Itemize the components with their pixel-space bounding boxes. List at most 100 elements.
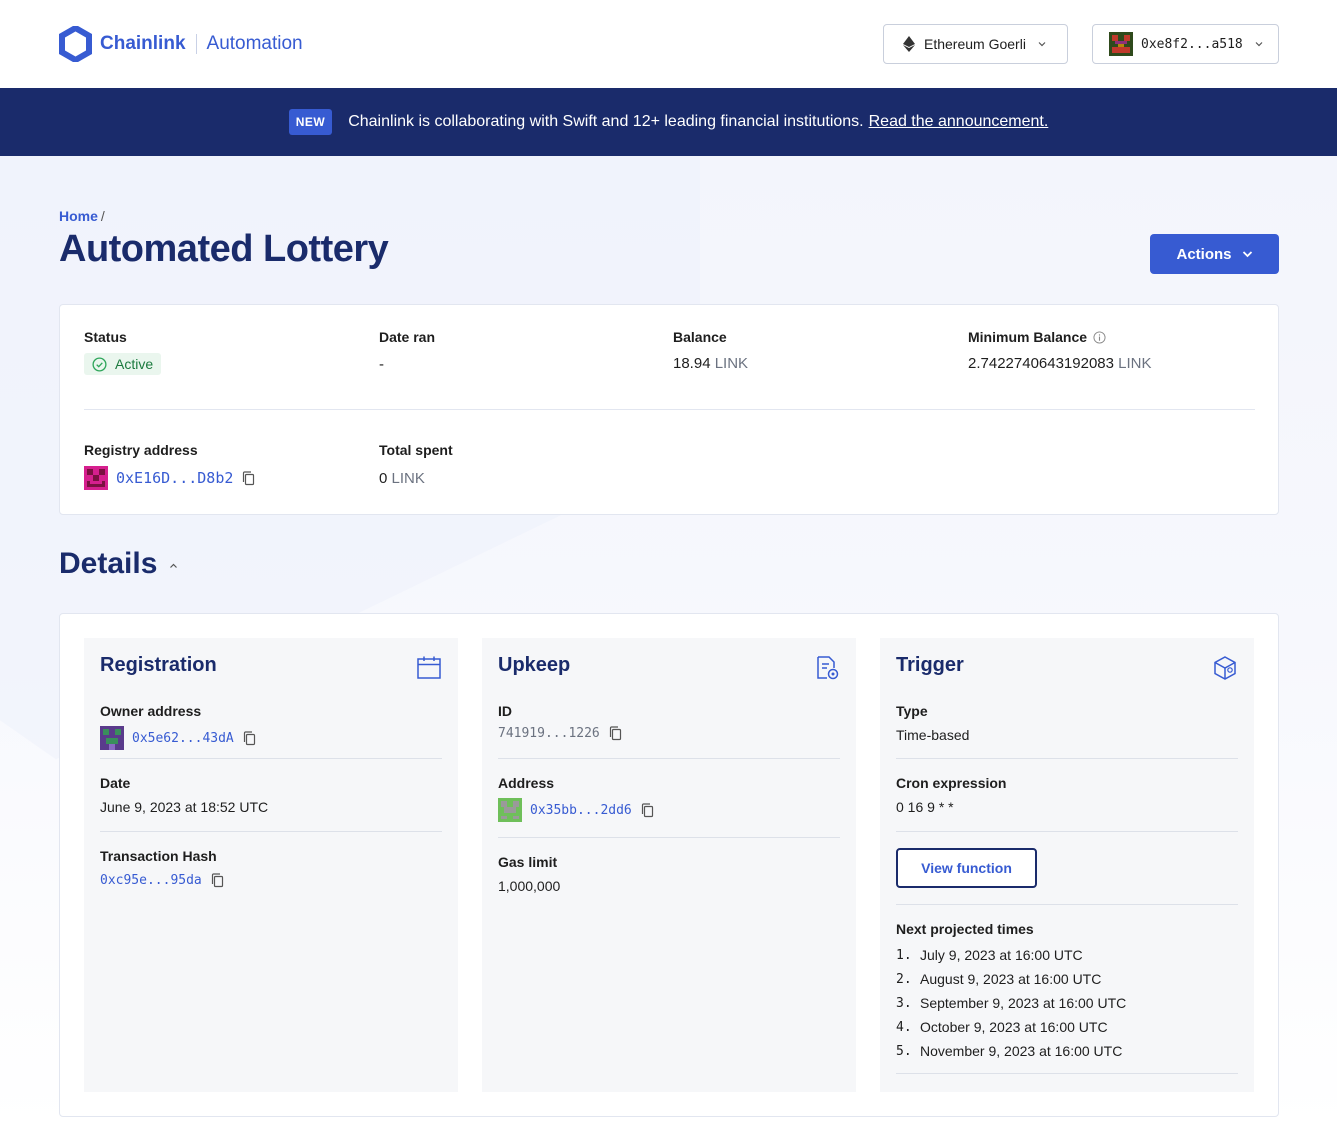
copy-icon[interactable] [609,726,622,741]
cron-expression-field: Cron expression 0 16 9 * * [896,759,1238,832]
trigger-type-field: Type Time-based [896,703,1238,759]
details-card: Registration Owner address 0x5e62...43dA [59,613,1279,1117]
chainlink-hexagon-icon [59,26,92,62]
upkeep-address-row: 0x35bb...2dd6 [498,798,840,822]
ethereum-icon [903,36,915,52]
total-spent-field: Total spent 0 LINK [379,442,453,487]
gas-limit-field: Gas limit 1,000,000 [498,838,840,894]
minimum-balance-label: Minimum Balance [968,329,1152,345]
registry-address-label: Registry address [84,442,198,458]
list-item: 3. September 9, 2023 at 16:00 UTC [896,991,1238,1015]
view-function-button[interactable]: View function [896,848,1037,888]
new-badge: NEW [288,109,333,135]
announcement-link[interactable]: Read the announcement. [869,113,1049,131]
registration-title: Registration [100,654,217,676]
cron-expression-value: 0 16 9 * * [896,799,954,815]
owner-address-label: Owner address [100,703,202,719]
minimum-balance-value: 2.7422740643192083 LINK [968,355,1152,372]
upkeep-id-field: ID 741919...1226 [498,703,840,759]
top-header: Chainlink Automation Ethereum Goerli 0xe… [0,0,1337,88]
transaction-hash-link[interactable]: 0xc95e...95da [100,873,202,888]
owner-address-row: 0x5e62...43dA [100,726,442,750]
cube-icon [1214,656,1236,680]
list-item: 1. July 9, 2023 at 16:00 UTC [896,943,1238,967]
list-item-number: 5. [896,1043,912,1059]
date-value: June 9, 2023 at 18:52 UTC [100,799,269,815]
cron-expression-label: Cron expression [896,775,1007,791]
transaction-hash-label: Transaction Hash [100,848,217,864]
transaction-hash-row: 0xc95e...95da [100,873,442,888]
trigger-type-label: Type [896,703,928,719]
minimum-balance-field: Minimum Balance 2.7422740643192083 LINK [968,329,1152,372]
list-item: 5. November 9, 2023 at 16:00 UTC [896,1039,1238,1063]
trigger-panel: Trigger Type Time-based Cron expression … [880,638,1254,1092]
view-function-section: View function [896,832,1238,905]
balance-unit: LINK [714,355,749,372]
registry-avatar-icon [84,466,108,490]
copy-icon[interactable] [211,873,224,888]
total-spent-unit: LINK [391,470,425,487]
list-item-number: 2. [896,971,912,987]
projected-times-list: 1. July 9, 2023 at 16:00 UTC 2. August 9, … [896,943,1238,1063]
total-spent-label: Total spent [379,442,453,458]
banner-text: Chainlink is collaborating with Swift an… [348,113,864,130]
network-selector[interactable]: Ethereum Goerli [883,24,1068,64]
upkeep-id-label: ID [498,703,512,719]
date-ran-value: - [379,356,384,373]
owner-address-field: Owner address 0x5e62...43dA [100,703,442,759]
info-icon[interactable] [1093,330,1106,344]
copy-icon[interactable] [242,470,255,486]
wallet-avatar-icon [1109,32,1133,56]
registration-panel: Registration Owner address 0x5e62...43dA [84,638,458,1092]
list-item-time: September 9, 2023 at 16:00 UTC [920,995,1127,1011]
upkeep-id-value: 741919...1226 [498,726,600,741]
date-field: Date June 9, 2023 at 18:52 UTC [100,759,442,832]
date-label: Date [100,775,131,791]
document-settings-icon [817,656,839,680]
list-item-time: October 9, 2023 at 16:00 UTC [920,1019,1108,1035]
registry-address-link[interactable]: 0xE16D...D8b2 [116,469,233,487]
gas-limit-value: 1,000,000 [498,878,561,894]
total-spent-value: 0 LINK [379,470,453,487]
upkeep-address-field: Address 0x35bb...2dd6 [498,759,840,838]
gas-limit-label: Gas limit [498,854,558,870]
date-ran-field: Date ran - [379,329,435,373]
list-item-number: 4. [896,1019,912,1035]
wallet-selector[interactable]: 0xe8f2...a518 [1092,24,1279,64]
breadcrumb-home-link[interactable]: Home [59,208,98,224]
transaction-hash-field: Transaction Hash 0xc95e...95da [100,832,442,888]
status-label: Status [84,329,127,345]
next-projected-times-field: Next projected times 1. July 9, 2023 at 1… [896,905,1238,1074]
details-title: Details [59,547,158,580]
registry-address-row: 0xE16D...D8b2 [84,466,255,490]
balance-amount: 18.94 [673,355,711,372]
breadcrumb-separator: / [100,208,105,224]
trigger-type-value: Time-based [896,727,970,743]
copy-icon[interactable] [243,730,256,746]
check-circle-icon [92,356,107,372]
breadcrumb: Home / [59,208,105,224]
details-toggle[interactable]: Details [59,547,178,581]
list-item: 2. August 9, 2023 at 16:00 UTC [896,967,1238,991]
trigger-title: Trigger [896,654,964,676]
upkeep-address-avatar-icon [498,798,522,822]
status-badge: Active [84,353,162,375]
date-ran-label: Date ran [379,329,436,345]
upkeep-summary-card: Status Active Date ran - Balance 18.94 L… [59,304,1279,515]
product-name: Automation [206,33,303,54]
copy-icon[interactable] [641,802,654,818]
actions-button[interactable]: Actions [1150,234,1279,274]
announcement-banner: NEW Chainlink is collaborating with Swif… [0,88,1337,156]
list-item-number: 1. [896,947,912,963]
brand-name: Chainlink [100,33,186,54]
actions-label: Actions [1176,245,1232,263]
owner-address-link[interactable]: 0x5e62...43dA [132,731,234,746]
owner-avatar-icon [100,726,124,750]
chevron-down-icon [1038,42,1046,47]
chainlink-logo[interactable]: Chainlink Automation [59,26,303,62]
upkeep-panel: Upkeep ID 741919...1226 Address 0x35bb..… [482,638,856,1092]
upkeep-address-link[interactable]: 0x35bb...2dd6 [530,803,632,818]
summary-divider [84,409,1255,410]
page-title: Automated Lottery [59,228,389,270]
balance-value: 18.94 LINK [673,355,748,372]
